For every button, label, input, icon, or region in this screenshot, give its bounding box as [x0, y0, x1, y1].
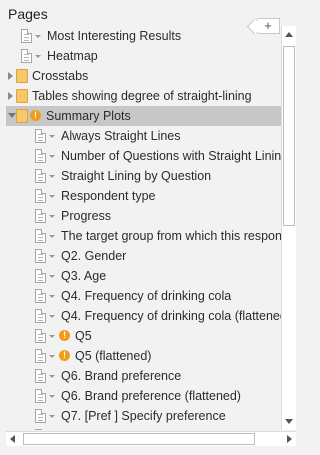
document-icon — [35, 329, 46, 343]
pages-tree: Most Interesting Results Heatmap Crosstabs… — [6, 26, 281, 430]
document-icon — [35, 229, 46, 243]
tree-item[interactable]: Q3. Age — [6, 266, 281, 286]
document-icon — [21, 29, 32, 43]
dropdown-arrow-icon[interactable] — [49, 235, 55, 238]
document-icon — [35, 309, 46, 323]
tree-item[interactable]: Tables showing degree of straight-lining — [6, 86, 281, 106]
tree-item[interactable]: Heatmap — [6, 46, 281, 66]
document-icon — [35, 189, 46, 203]
tree-item-label: Q4. Frequency of drinking cola — [61, 289, 232, 303]
tree-item[interactable]: Respondent type — [6, 186, 281, 206]
horizontal-scrollbar[interactable] — [6, 431, 296, 446]
tree-item-label: Q5 — [75, 329, 92, 343]
dropdown-arrow-icon[interactable] — [49, 135, 55, 138]
scroll-right-arrow-icon[interactable] — [287, 435, 292, 443]
tree-item[interactable]: Q4. Frequency of drinking cola (flattene… — [6, 306, 281, 326]
document-icon — [35, 349, 46, 363]
dropdown-arrow-icon[interactable] — [49, 395, 55, 398]
folder-icon — [16, 89, 28, 103]
tree-item[interactable]: Number of Questions with Straight Lining — [6, 146, 281, 166]
tree-item-label: Respondent type — [61, 189, 156, 203]
tree-item-label: Q6. Brand preference (flattened) — [61, 389, 241, 403]
tree-item-label: Number of Questions with Straight Lining — [61, 149, 281, 163]
dropdown-arrow-icon[interactable] — [35, 35, 41, 38]
tree-item-label: Q4. Frequency of drinking cola (flattene… — [61, 309, 281, 323]
document-icon — [35, 429, 46, 430]
tree-item-label: Q2. Gender — [61, 249, 127, 263]
document-icon — [35, 289, 46, 303]
tree-item[interactable]: Q4. Frequency of drinking cola — [6, 286, 281, 306]
tree-item-label: Q5 (flattened) — [75, 349, 152, 363]
tree-item[interactable]: ! Q5 — [6, 326, 281, 346]
pages-panel-title: Pages — [8, 6, 48, 22]
tree-item-label: Heatmap — [47, 49, 98, 63]
tree-item-label: Most Interesting Results — [47, 29, 182, 43]
document-icon — [35, 389, 46, 403]
tree-item[interactable]: Always Straight Lines — [6, 126, 281, 146]
dropdown-arrow-icon[interactable] — [49, 195, 55, 198]
warning-icon: ! — [30, 110, 41, 121]
tree-item[interactable]: ! Summary Plots — [6, 106, 281, 126]
tree-item[interactable]: Q7. [Pref ] Specify preference (flattene… — [6, 426, 281, 430]
dropdown-arrow-icon[interactable] — [49, 375, 55, 378]
chevron-right-icon[interactable] — [8, 92, 13, 100]
tree-item-label: Tables showing degree of straight-lining — [32, 89, 252, 103]
tree-item[interactable]: Progress — [6, 206, 281, 226]
tree-item[interactable]: The target group from which this respond… — [6, 226, 281, 246]
document-icon — [21, 49, 32, 63]
tree-item[interactable]: Straight Lining by Question — [6, 166, 281, 186]
dropdown-arrow-icon[interactable] — [49, 215, 55, 218]
tree-item-label: Always Straight Lines — [61, 129, 181, 143]
tree-item[interactable]: Q6. Brand preference (flattened) — [6, 386, 281, 406]
dropdown-arrow-icon[interactable] — [49, 155, 55, 158]
document-icon — [35, 169, 46, 183]
vertical-scroll-thumb[interactable] — [283, 46, 295, 226]
warning-icon: ! — [59, 330, 70, 341]
document-icon — [35, 369, 46, 383]
scroll-down-arrow-icon[interactable] — [285, 419, 293, 424]
tree-item-label: Summary Plots — [46, 109, 131, 123]
dropdown-arrow-icon[interactable] — [35, 55, 41, 58]
tree-item-label: Crosstabs — [32, 69, 89, 83]
dropdown-arrow-icon[interactable] — [49, 175, 55, 178]
dropdown-arrow-icon[interactable] — [49, 275, 55, 278]
tree-item-label: Q6. Brand preference — [61, 369, 182, 383]
document-icon — [35, 269, 46, 283]
scroll-up-arrow-icon[interactable] — [285, 32, 293, 37]
document-icon — [35, 209, 46, 223]
chevron-down-icon[interactable] — [8, 113, 16, 118]
horizontal-scroll-thumb[interactable] — [23, 433, 255, 445]
dropdown-arrow-icon[interactable] — [49, 315, 55, 318]
tree-item-label: Q3. Age — [61, 269, 107, 283]
tree-item[interactable]: Q7. [Pref ] Specify preference — [6, 406, 281, 426]
chevron-right-icon[interactable] — [8, 72, 13, 80]
dropdown-arrow-icon[interactable] — [49, 255, 55, 258]
document-icon — [35, 409, 46, 423]
tree-item[interactable]: ! Q5 (flattened) — [6, 346, 281, 366]
folder-icon — [16, 109, 28, 123]
tree-item-label: Straight Lining by Question — [61, 169, 212, 183]
dropdown-arrow-icon[interactable] — [49, 295, 55, 298]
dropdown-arrow-icon[interactable] — [49, 415, 55, 418]
dropdown-arrow-icon[interactable] — [49, 355, 55, 358]
warning-icon: ! — [59, 350, 70, 361]
tree-item[interactable]: Q2. Gender — [6, 246, 281, 266]
tree-item[interactable]: Q6. Brand preference — [6, 366, 281, 386]
document-icon — [35, 149, 46, 163]
scroll-left-arrow-icon[interactable] — [10, 435, 15, 443]
vertical-scrollbar[interactable] — [281, 26, 296, 430]
tree-item[interactable]: Crosstabs — [6, 66, 281, 86]
document-icon — [35, 249, 46, 263]
dropdown-arrow-icon[interactable] — [49, 335, 55, 338]
tree-item-label: Q7. [Pref ] Specify preference (flattene… — [61, 426, 281, 430]
folder-icon — [16, 69, 28, 83]
tree-item[interactable]: Most Interesting Results — [6, 26, 281, 46]
tree-item-label: Progress — [61, 209, 112, 223]
tree-item-label: The target group from which this respond… — [61, 229, 281, 243]
document-icon — [35, 129, 46, 143]
tree-item-label: Q7. [Pref ] Specify preference — [61, 409, 226, 423]
